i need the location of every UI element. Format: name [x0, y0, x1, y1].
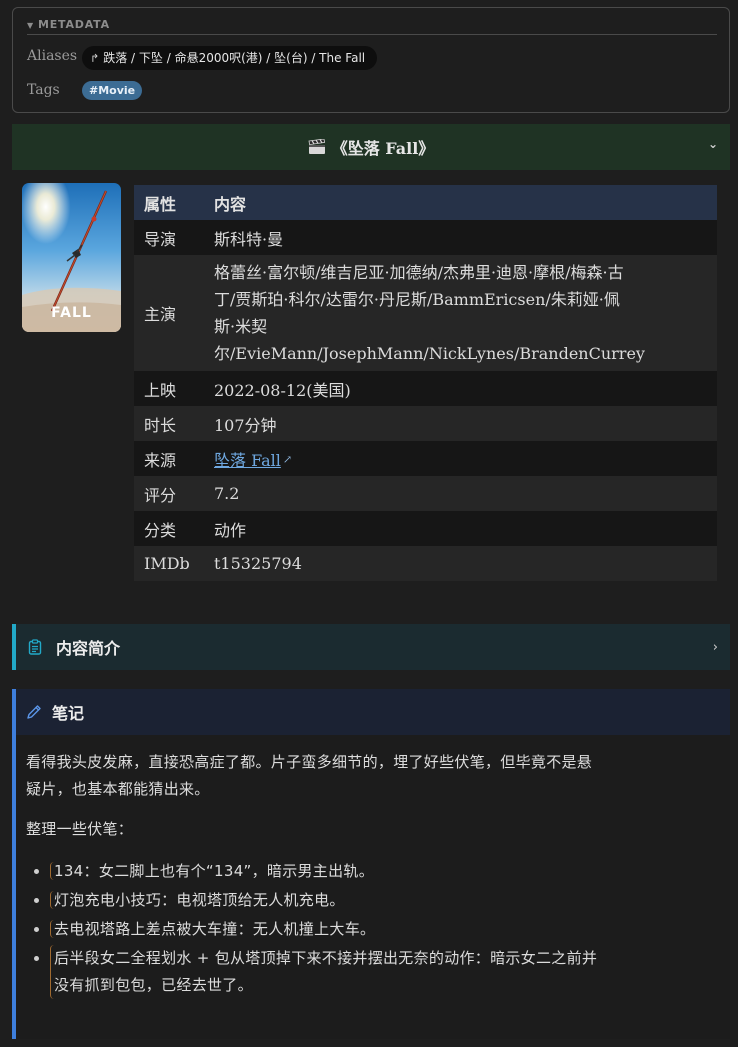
- list-item-text: 后半段女二全程划水 + 包从塔顶掉下来不接并摆出无奈的动作：暗示女二之前并 没有抓…: [50, 945, 704, 999]
- table-header-content: 内容: [204, 185, 717, 220]
- list-item-line: 后半段女二全程划水 + 包从塔顶掉下来不接并摆出无奈的动作：暗示女二之前并: [54, 949, 598, 967]
- list-item: 后半段女二全程划水 + 包从塔顶掉下来不接并摆出无奈的动作：暗示女二之前并没有抓…: [50, 945, 718, 999]
- row-key: 分类: [134, 511, 204, 546]
- list-item: 134：女二脚上也有个“134”，暗示男主出轨。: [50, 858, 718, 885]
- notes-callout-header: 笔记: [16, 689, 730, 735]
- table-row: IMDb t15325794: [134, 546, 717, 581]
- notes-paragraph: 看得我头皮发麻，直接恐高症了都。片子蛮多细节的，埋了好些伏笔，但毕竟不是悬 疑片…: [26, 749, 718, 803]
- table-row: 导演 斯科特·曼: [134, 220, 717, 255]
- row-value: 2022-08-12(美国): [204, 371, 717, 406]
- notes-title: 笔记: [52, 704, 85, 723]
- clipboard-icon: [28, 639, 42, 655]
- metadata-panel: ▼ METADATA Aliases ↱ 跌落 / 下坠 / 命悬2000呎(港) …: [12, 7, 730, 113]
- row-key: 主演: [134, 255, 204, 371]
- table-row: 来源 坠落 Fall ↗: [134, 441, 717, 476]
- pencil-icon: [27, 705, 41, 719]
- row-value: 斯科特·曼: [204, 220, 717, 255]
- metadata-header-label: METADATA: [37, 18, 110, 31]
- chevron-right-icon[interactable]: ›: [713, 640, 718, 655]
- synopsis-title: 内容简介: [56, 639, 121, 658]
- table-row: 上映 2022-08-12(美国): [134, 371, 717, 406]
- row-value: 107分钟: [204, 406, 717, 441]
- poster-title: FALL: [51, 305, 92, 321]
- aliases-text: 跌落 / 下坠 / 命悬2000呎(港) / 坠(台) / The Fall: [103, 51, 366, 65]
- table-header-attr: 属性: [134, 185, 204, 220]
- row-key: 来源: [134, 441, 204, 476]
- row-value: 坠落 Fall ↗: [204, 441, 717, 476]
- notes-line: 疑片，也基本都能猜出来。: [26, 780, 210, 798]
- table-header-row: 属性 内容: [134, 185, 717, 220]
- row-key: 评分: [134, 476, 204, 511]
- notes-line: 看得我头皮发麻，直接恐高症了都。片子蛮多细节的，埋了好些伏笔，但毕竟不是悬: [26, 753, 593, 771]
- row-value: 7.2: [204, 476, 717, 511]
- row-key: 上映: [134, 371, 204, 406]
- table-row: 主演 格蕾丝·富尔顿/维吉尼亚·加德纳/杰弗里·迪恩·摩根/梅森·古 丁/贾斯珀…: [134, 255, 717, 371]
- clapperboard-icon: [308, 139, 325, 154]
- aliases-value[interactable]: ↱ 跌落 / 下坠 / 命悬2000呎(港) / 坠(台) / The Fall: [82, 46, 378, 70]
- row-value: 动作: [204, 511, 717, 546]
- notes-callout: 笔记 看得我头皮发麻，直接恐高症了都。片子蛮多细节的，埋了好些伏笔，但毕竟不是悬…: [12, 689, 730, 1039]
- list-item-text: 去电视塔路上差点被大车撞：无人机撞上大车。: [50, 920, 376, 938]
- cast-line: 格蕾丝·富尔顿/维吉尼亚·加德纳/杰弗里·迪恩·摩根/梅森·古: [214, 263, 624, 282]
- notes-body: 看得我头皮发麻，直接恐高症了都。片子蛮多细节的，埋了好些伏笔，但毕竟不是悬 疑片…: [16, 749, 730, 999]
- row-key: 时长: [134, 406, 204, 441]
- movie-callout-header[interactable]: 《坠落 Fall》 ⌄: [12, 124, 730, 170]
- movie-title: 《坠落 Fall》: [331, 139, 435, 158]
- notes-paragraph: 整理一些伏笔：: [26, 820, 134, 838]
- list-item-text: 灯泡充电小技巧：电视塔顶给无人机充电。: [50, 891, 345, 909]
- list-item: 灯泡充电小技巧：电视塔顶给无人机充电。: [50, 887, 718, 914]
- alias-arrow-icon: ↱: [90, 52, 100, 65]
- table-row: 时长 107分钟: [134, 406, 717, 441]
- chevron-down-icon[interactable]: ⌄: [708, 137, 718, 151]
- triangle-down-icon: ▼: [27, 21, 34, 30]
- cast-line: 尔/EvieMann/JosephMann/NickLynes/BrandenC…: [214, 344, 645, 363]
- cast-line: 斯·米契: [214, 317, 268, 336]
- movie-poster: FALL: [22, 183, 121, 332]
- synopsis-callout-header[interactable]: 内容简介 ›: [12, 624, 730, 670]
- aliases-key: Aliases: [27, 48, 78, 64]
- row-value: 格蕾丝·富尔顿/维吉尼亚·加德纳/杰弗里·迪恩·摩根/梅森·古 丁/贾斯珀·科尔…: [204, 255, 717, 371]
- tags-key: Tags: [27, 82, 60, 98]
- metadata-header[interactable]: ▼ METADATA: [27, 18, 717, 35]
- source-link[interactable]: 坠落 Fall: [214, 451, 281, 470]
- external-link-icon[interactable]: ↗: [283, 453, 292, 466]
- tag-movie[interactable]: #Movie: [82, 81, 143, 100]
- row-key: 导演: [134, 220, 204, 255]
- list-item-text: 134：女二脚上也有个“134”，暗示男主出轨。: [50, 862, 375, 880]
- table-row: 分类 动作: [134, 511, 717, 546]
- table-row: 评分 7.2: [134, 476, 717, 511]
- list-item-line: 没有抓到包包，已经去世了。: [54, 976, 253, 994]
- list-item: 去电视塔路上差点被大车撞：无人机撞上大车。: [50, 916, 718, 943]
- info-table: 属性 内容 导演 斯科特·曼 主演 格蕾丝·富尔顿/维吉尼亚·加德纳/杰弗里·迪…: [134, 185, 717, 581]
- row-value: t15325794: [204, 546, 717, 581]
- cast-line: 丁/贾斯珀·科尔/达雷尔·丹尼斯/BammEricsen/朱莉娅·佩: [214, 290, 620, 309]
- row-key: IMDb: [134, 546, 204, 581]
- foreshadow-list: 134：女二脚上也有个“134”，暗示男主出轨。 灯泡充电小技巧：电视塔顶给无人…: [26, 858, 718, 999]
